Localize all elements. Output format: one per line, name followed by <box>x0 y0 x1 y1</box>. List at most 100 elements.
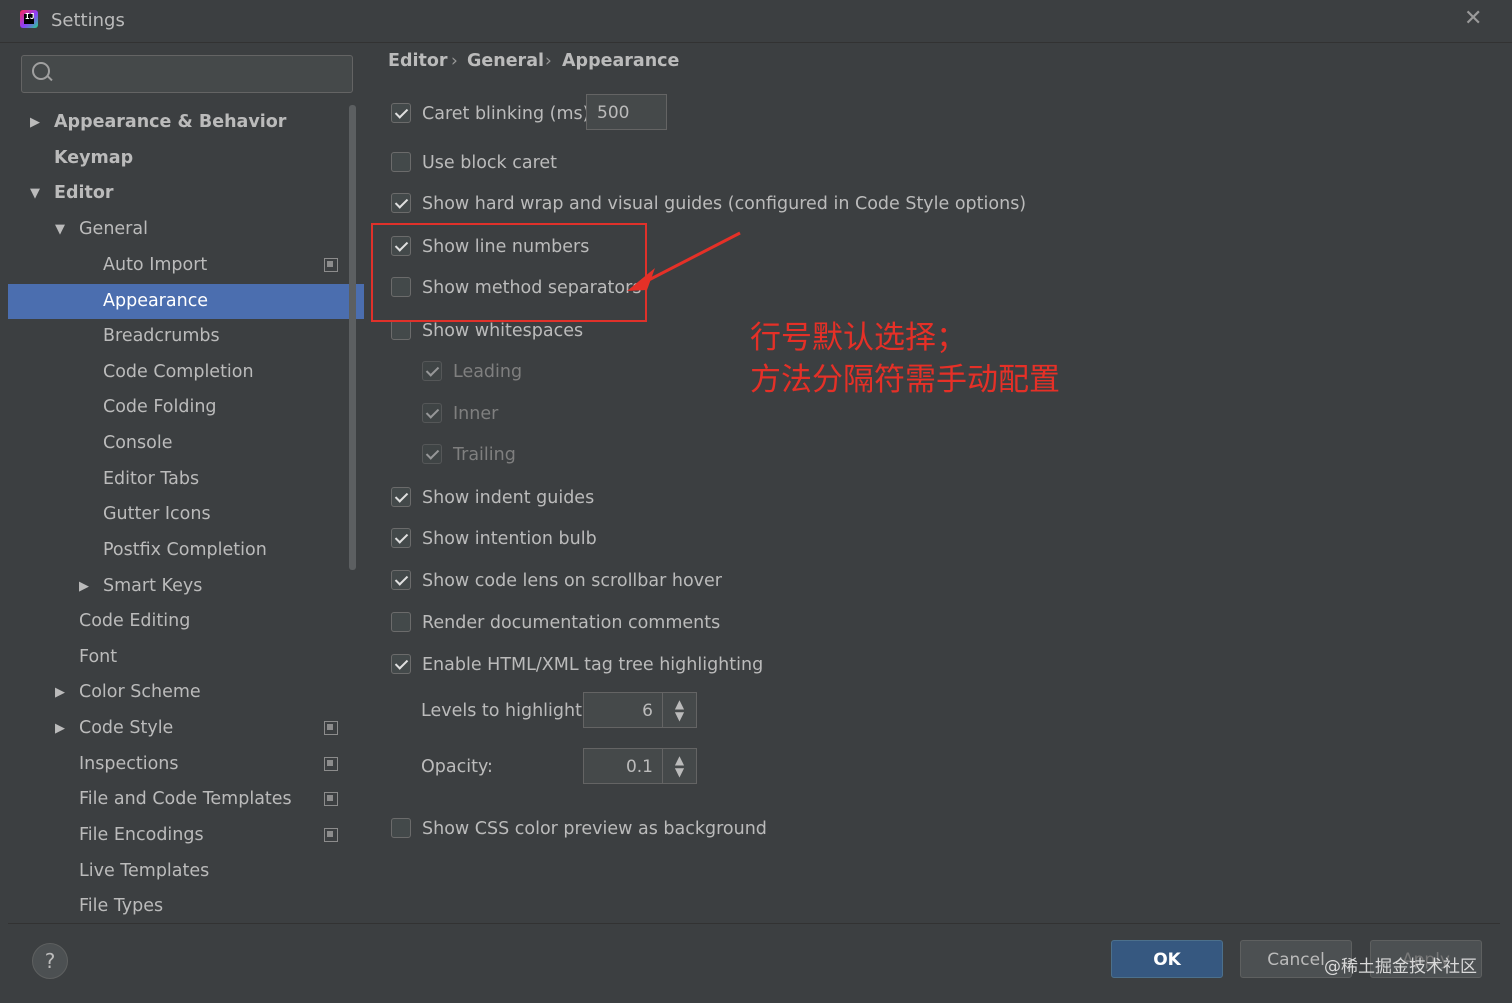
tree-item-breadcrumbs[interactable]: Breadcrumbs <box>8 319 364 354</box>
tree-item-appearance-behavior[interactable]: ▶ Appearance & Behavior <box>8 105 364 140</box>
tree-item-auto-import[interactable]: Auto Import <box>8 248 364 283</box>
tree-item-label: File Types <box>79 896 164 916</box>
css-color-checkbox[interactable] <box>391 818 411 838</box>
tree-item-label: Gutter Icons <box>103 504 211 524</box>
option-label: Show CSS color preview as background <box>422 819 767 839</box>
tree-item-label: General <box>79 219 148 239</box>
tree-item-label: Smart Keys <box>103 576 203 596</box>
annotation-text: 行号默认选择； 方法分隔符需手动配置 <box>750 317 1060 401</box>
option-label: Caret blinking (ms): <box>422 104 596 124</box>
intellij-logo-icon: IJ <box>20 10 38 28</box>
tree-item-label: Font <box>79 647 118 667</box>
tree-item-gutter-icons[interactable]: Gutter Icons <box>8 497 364 532</box>
option-label: Show indent guides <box>422 488 595 508</box>
tree-item-label: Code Editing <box>79 611 191 631</box>
levels-spinner[interactable]: ▲ ▼ <box>662 692 697 728</box>
option-label: Show code lens on scrollbar hover <box>422 571 722 591</box>
tree-item-file-encodings[interactable]: File Encodings <box>8 818 364 853</box>
tree-item-code-folding[interactable]: Code Folding <box>8 390 364 425</box>
tree-item-label: Editor <box>54 183 114 203</box>
whitespaces-checkbox[interactable] <box>391 320 411 340</box>
tree-item-label: Editor Tabs <box>103 469 200 489</box>
tree-item-label: Inspections <box>79 754 179 774</box>
option-label: Enable HTML/XML tag tree highlighting <box>422 655 764 675</box>
tree-item-label: Live Templates <box>79 861 210 881</box>
breadcrumb-item[interactable]: Editor <box>388 51 448 71</box>
annotation-line-2: 方法分隔符需手动配置 <box>750 362 1060 398</box>
tree-item-code-style[interactable]: ▶ Code Style <box>8 711 364 746</box>
caret-blinking-checkbox[interactable] <box>391 103 411 123</box>
indent-guides-checkbox[interactable] <box>391 487 411 507</box>
tree-item-postfix-completion[interactable]: Postfix Completion <box>8 533 364 568</box>
block-caret-checkbox[interactable] <box>391 152 411 172</box>
option-label: Inner <box>453 404 499 424</box>
expand-right-icon[interactable]: ▶ <box>55 675 65 710</box>
tree-item-label: Appearance <box>103 291 209 311</box>
dialog-footer: ? OK Cancel Apply <box>8 923 1500 996</box>
help-button[interactable]: ? <box>32 943 68 979</box>
tree-item-console[interactable]: Console <box>8 426 364 461</box>
inner-checkbox <box>422 403 442 423</box>
option-label: Use block caret <box>422 153 558 173</box>
tree-item-appearance[interactable]: Appearance <box>8 284 364 319</box>
breadcrumb-item[interactable]: General <box>467 51 544 71</box>
spinner-down-icon[interactable]: ▼ <box>675 766 684 778</box>
title-bar: IJ Settings ✕ <box>0 0 1512 43</box>
tree-item-label: Code Completion <box>103 362 254 382</box>
opacity-spinner[interactable]: ▲ ▼ <box>662 748 697 784</box>
expand-down-icon[interactable]: ▼ <box>55 212 65 247</box>
search-box[interactable] <box>21 55 353 93</box>
annotation-line-1: 行号默认选择； <box>750 320 967 356</box>
trailing-checkbox <box>422 444 442 464</box>
tree-item-file-types[interactable]: File Types <box>8 889 364 924</box>
tree-item-code-completion[interactable]: Code Completion <box>8 355 364 390</box>
sidebar-scrollbar[interactable] <box>349 105 356 570</box>
tree-item-general[interactable]: ▼ General <box>8 212 364 247</box>
leading-checkbox <box>422 361 442 381</box>
expand-right-icon[interactable]: ▶ <box>30 105 40 140</box>
ok-button[interactable]: OK <box>1111 940 1223 978</box>
tree-item-label: Keymap <box>54 148 134 168</box>
search-icon <box>32 62 50 80</box>
tree-item-code-editing[interactable]: Code Editing <box>8 604 364 639</box>
close-icon[interactable]: ✕ <box>1464 6 1482 31</box>
tree-item-live-templates[interactable]: Live Templates <box>8 854 364 889</box>
tree-item-label: Appearance & Behavior <box>54 112 287 132</box>
breadcrumb-separator-icon: › <box>451 51 458 71</box>
tree-item-label: Console <box>103 433 173 453</box>
tree-item-file-code-templates[interactable]: File and Code Templates <box>8 782 364 817</box>
caret-blinking-input[interactable]: 500 <box>586 94 667 130</box>
tree-item-editor[interactable]: ▼ Editor <box>8 176 364 211</box>
window-title: Settings <box>51 10 125 31</box>
tree-item-label: Postfix Completion <box>103 540 267 560</box>
tag-tree-checkbox[interactable] <box>391 654 411 674</box>
tree-item-label: Breadcrumbs <box>103 326 220 346</box>
expand-right-icon[interactable]: ▶ <box>79 569 89 604</box>
render-docs-checkbox[interactable] <box>391 612 411 632</box>
watermark: @稀土掘金技术社区 <box>1324 957 1477 977</box>
tree-item-editor-tabs[interactable]: Editor Tabs <box>8 462 364 497</box>
annotation-highlight-box <box>371 223 647 322</box>
code-lens-checkbox[interactable] <box>391 570 411 590</box>
levels-input[interactable]: 6 <box>583 692 663 728</box>
tree-item-color-scheme[interactable]: ▶ Color Scheme <box>8 675 364 710</box>
search-input[interactable] <box>62 60 346 88</box>
tree-item-smart-keys[interactable]: ▶ Smart Keys <box>8 569 364 604</box>
spinner-down-icon[interactable]: ▼ <box>675 710 684 722</box>
option-label: Render documentation comments <box>422 613 721 633</box>
expand-right-icon[interactable]: ▶ <box>55 711 65 746</box>
option-label: Show hard wrap and visual guides (config… <box>422 194 1027 214</box>
tree-item-inspections[interactable]: Inspections <box>8 747 364 782</box>
opacity-input[interactable]: 0.1 <box>583 748 663 784</box>
intention-bulb-checkbox[interactable] <box>391 528 411 548</box>
project-settings-icon <box>324 258 338 272</box>
breadcrumb-item: Appearance <box>562 51 680 71</box>
hard-wrap-checkbox[interactable] <box>391 193 411 213</box>
project-settings-icon <box>324 828 338 842</box>
tree-item-keymap[interactable]: Keymap <box>8 141 364 176</box>
expand-down-icon[interactable]: ▼ <box>30 176 40 211</box>
option-label: Show intention bulb <box>422 529 597 549</box>
project-settings-icon <box>324 757 338 771</box>
tree-item-label: File and Code Templates <box>79 789 292 809</box>
tree-item-font[interactable]: Font <box>8 640 364 675</box>
